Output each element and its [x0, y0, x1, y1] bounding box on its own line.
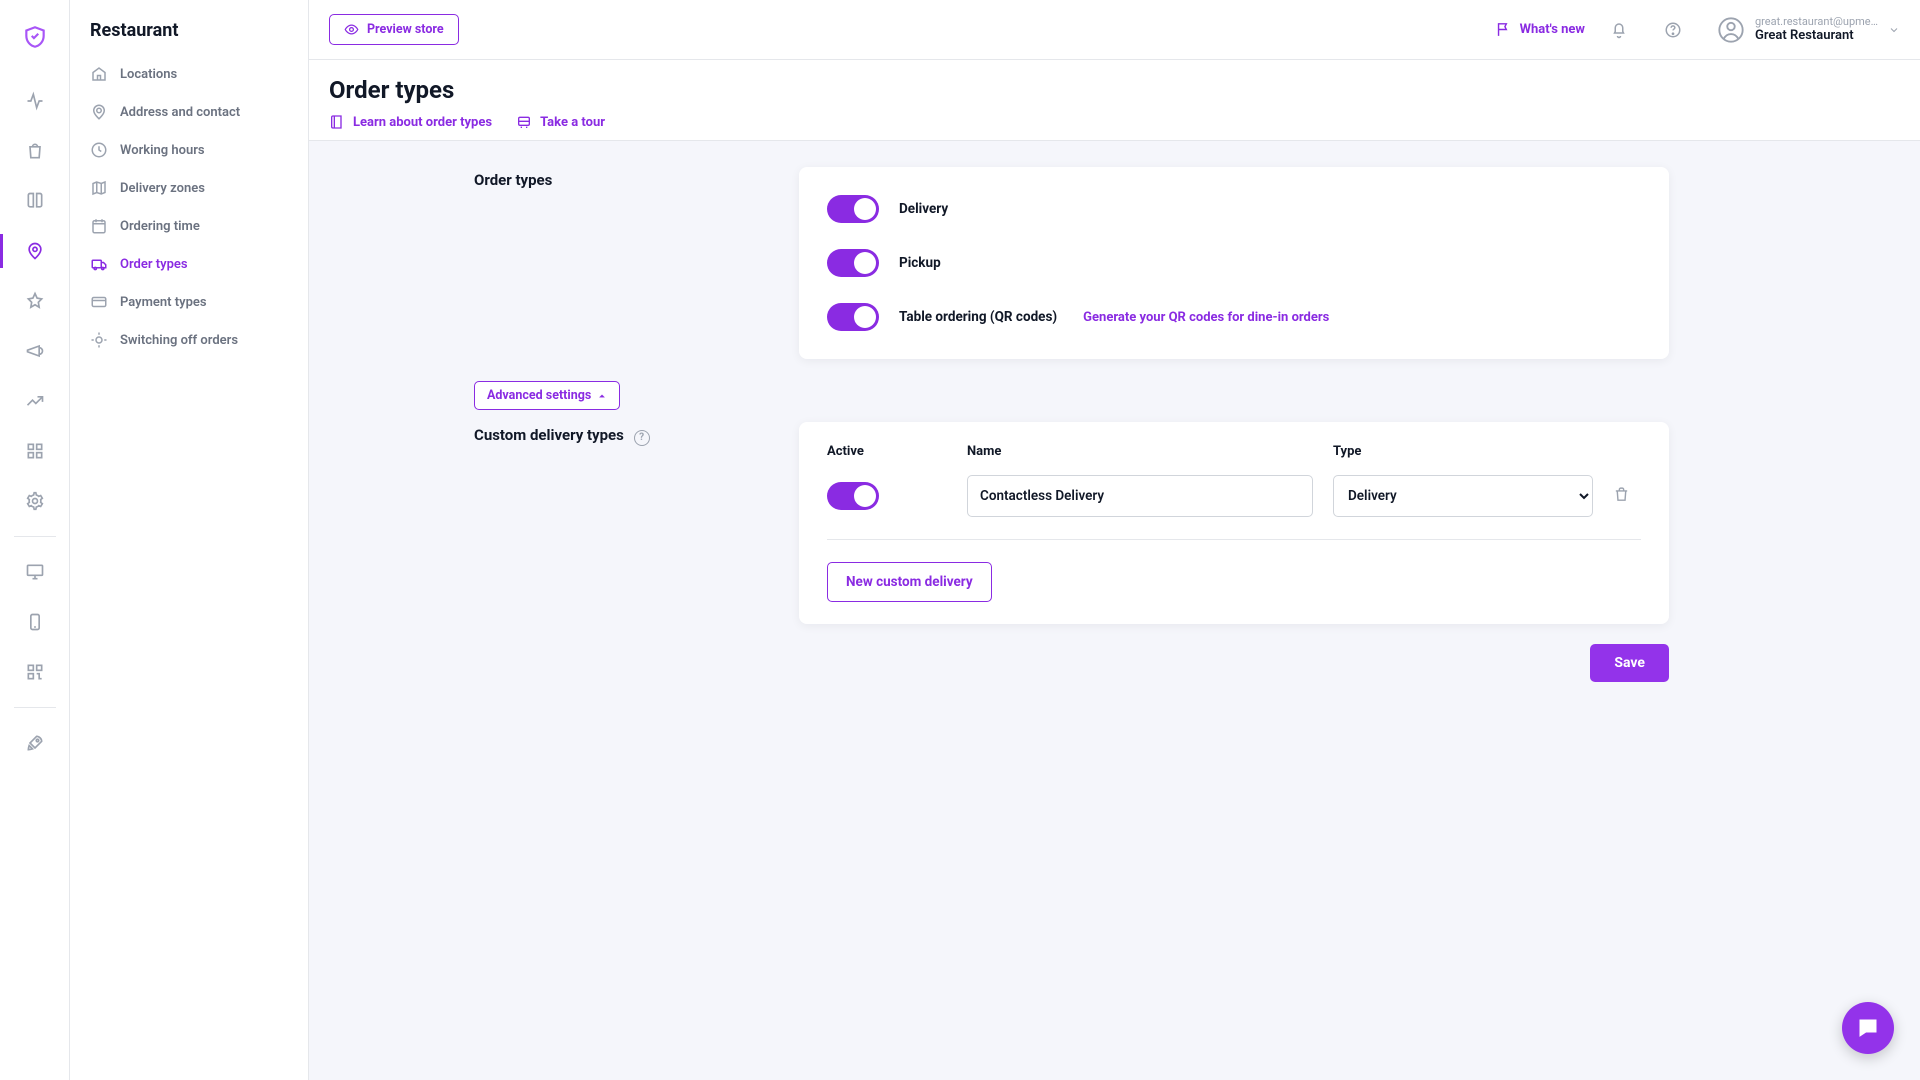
- sidebar-item-order-types[interactable]: Order types: [70, 245, 308, 283]
- sidebar: Restaurant Locations Address and contact…: [70, 0, 309, 1080]
- page-title: Order types: [329, 76, 1900, 104]
- rail-trending-icon[interactable]: [0, 376, 70, 426]
- account-email: great.restaurant@upme…: [1755, 15, 1878, 29]
- custom-table-head: Active Name Type: [827, 444, 1641, 459]
- rail-apps-icon[interactable]: [0, 426, 70, 476]
- sidebar-item-hours[interactable]: Working hours: [70, 131, 308, 169]
- sidebar-item-address[interactable]: Address and contact: [70, 93, 308, 131]
- preview-store-button[interactable]: Preview store: [329, 14, 459, 45]
- sidebar-item-label: Address and contact: [120, 105, 240, 120]
- sidebar-item-payment[interactable]: Payment types: [70, 283, 308, 321]
- advanced-settings-button[interactable]: Advanced settings: [474, 381, 620, 410]
- custom-table-row: Delivery: [827, 475, 1641, 540]
- rail-star-icon[interactable]: [0, 276, 70, 326]
- delivery-toggle[interactable]: [827, 195, 879, 223]
- sidebar-item-locations[interactable]: Locations: [70, 55, 308, 93]
- sidebar-item-label: Order types: [120, 257, 188, 272]
- sidebar-item-label: Working hours: [120, 143, 205, 158]
- order-type-pickup-row: Pickup: [827, 243, 1641, 283]
- topbar: Preview store What's new great.restauran…: [309, 0, 1920, 60]
- table-ordering-label: Table ordering (QR codes): [899, 309, 1057, 325]
- rail-activity-icon[interactable]: [0, 76, 70, 126]
- rail-divider-2: [14, 707, 56, 708]
- whats-new-link[interactable]: What's new: [1495, 21, 1585, 38]
- order-type-table-row: Table ordering (QR codes) Generate your …: [827, 297, 1641, 337]
- generate-qr-link[interactable]: Generate your QR codes for dine-in order…: [1083, 310, 1329, 325]
- head-type: Type: [1333, 444, 1593, 459]
- custom-name-input[interactable]: [967, 475, 1313, 517]
- head-name: Name: [967, 444, 1313, 459]
- rail-rocket-icon[interactable]: [0, 718, 70, 768]
- chevron-down-icon: [1888, 24, 1900, 36]
- sidebar-item-label: Delivery zones: [120, 181, 205, 196]
- help-button[interactable]: [1653, 10, 1693, 50]
- help-tooltip-icon[interactable]: ?: [634, 430, 650, 446]
- delivery-label: Delivery: [899, 201, 948, 217]
- delete-row-button[interactable]: [1613, 486, 1641, 507]
- account-menu[interactable]: great.restaurant@upme… Great Restaurant: [1717, 15, 1900, 45]
- chat-fab[interactable]: [1842, 1002, 1894, 1054]
- avatar-icon: [1717, 16, 1745, 44]
- sidebar-item-label: Switching off orders: [120, 333, 238, 348]
- rail-megaphone-icon[interactable]: [0, 326, 70, 376]
- learn-link-label: Learn about order types: [353, 115, 492, 130]
- whats-new-label: What's new: [1520, 22, 1585, 37]
- rail-location-icon[interactable]: [0, 226, 70, 276]
- chat-icon: [1856, 1016, 1880, 1040]
- order-types-card: Delivery Pickup Table ordering (QR codes…: [799, 167, 1669, 359]
- sidebar-item-ordering-time[interactable]: Ordering time: [70, 207, 308, 245]
- sidebar-item-label: Payment types: [120, 295, 207, 310]
- order-type-delivery-row: Delivery: [827, 189, 1641, 229]
- table-ordering-toggle[interactable]: [827, 303, 879, 331]
- rail-qr-icon[interactable]: [0, 647, 70, 697]
- content: Order types Delivery Pickup Table orderi…: [309, 141, 1920, 1080]
- head-active: Active: [827, 444, 947, 459]
- rail-phone-icon[interactable]: [0, 597, 70, 647]
- rail-divider: [14, 536, 56, 537]
- bell-icon: [1610, 21, 1628, 39]
- custom-type-select[interactable]: Delivery: [1333, 475, 1593, 517]
- learn-link[interactable]: Learn about order types: [329, 114, 492, 130]
- bus-icon: [516, 114, 532, 130]
- rail-book-icon[interactable]: [0, 176, 70, 226]
- sidebar-item-label: Ordering time: [120, 219, 200, 234]
- trash-icon: [1613, 486, 1630, 503]
- notifications-button[interactable]: [1599, 10, 1639, 50]
- save-button[interactable]: Save: [1590, 644, 1669, 682]
- new-custom-delivery-button[interactable]: New custom delivery: [827, 562, 992, 602]
- page-header: Order types Learn about order types Take…: [309, 60, 1920, 141]
- pickup-toggle[interactable]: [827, 249, 879, 277]
- account-name: Great Restaurant: [1755, 28, 1878, 44]
- caret-up-icon: [597, 391, 607, 401]
- custom-delivery-section-title: Custom delivery types ?: [474, 426, 759, 446]
- tour-link-label: Take a tour: [540, 115, 605, 130]
- help-icon: [1664, 21, 1682, 39]
- order-types-section-title: Order types: [474, 171, 759, 189]
- tour-link[interactable]: Take a tour: [516, 114, 605, 130]
- rail-bag-icon[interactable]: [0, 126, 70, 176]
- rail-monitor-icon[interactable]: [0, 547, 70, 597]
- custom-active-toggle[interactable]: [827, 482, 879, 510]
- book-icon: [329, 114, 345, 130]
- sidebar-item-zones[interactable]: Delivery zones: [70, 169, 308, 207]
- rail-settings-icon[interactable]: [0, 476, 70, 526]
- sidebar-title: Restaurant: [70, 20, 308, 55]
- main: Preview store What's new great.restauran…: [309, 0, 1920, 1080]
- sidebar-item-label: Locations: [120, 67, 177, 82]
- advanced-settings-label: Advanced settings: [487, 388, 591, 403]
- preview-store-label: Preview store: [367, 22, 444, 37]
- pickup-label: Pickup: [899, 255, 941, 271]
- sidebar-item-switching-off[interactable]: Switching off orders: [70, 321, 308, 359]
- icon-rail: [0, 0, 70, 1080]
- eye-icon: [344, 22, 359, 37]
- custom-delivery-card: Active Name Type Delivery: [799, 422, 1669, 624]
- flag-icon: [1495, 21, 1512, 38]
- logo-icon: [22, 24, 48, 50]
